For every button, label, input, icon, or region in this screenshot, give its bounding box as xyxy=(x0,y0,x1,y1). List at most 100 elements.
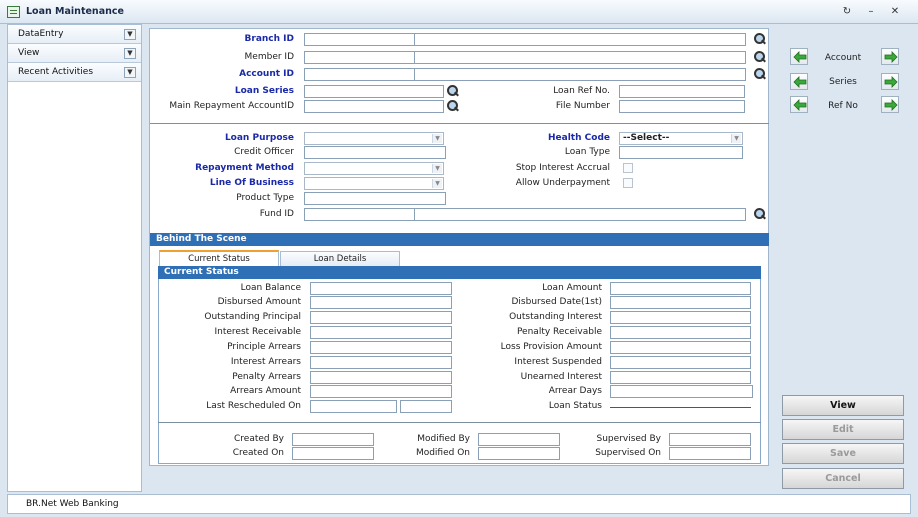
loan-amount-input[interactable] xyxy=(610,282,751,295)
minimize-icon[interactable]: – xyxy=(864,5,878,19)
tab-current-status[interactable]: Current Status xyxy=(159,250,279,266)
disbursed-date-input[interactable] xyxy=(610,296,751,309)
arrears-amount-input[interactable] xyxy=(310,385,452,398)
created-on-input[interactable] xyxy=(292,447,374,460)
interest-arrears-input[interactable] xyxy=(310,356,452,369)
supervised-by-input[interactable] xyxy=(669,433,751,446)
loan-purpose-select[interactable]: ▼ xyxy=(304,132,444,145)
loan-ref-input[interactable] xyxy=(619,85,745,98)
disbursed-amount-input[interactable] xyxy=(310,296,452,309)
loan-status-line xyxy=(610,407,751,408)
account-id-name-input[interactable] xyxy=(414,68,746,81)
member-id-name-input[interactable] xyxy=(414,51,746,64)
repayment-method-label: Repayment Method xyxy=(195,163,294,173)
view-button[interactable]: View xyxy=(782,395,904,416)
created-on-label: Created On xyxy=(232,448,284,458)
account-prev-button[interactable] xyxy=(790,48,808,65)
outstanding-principal-input[interactable] xyxy=(310,311,452,324)
main-repayment-input[interactable] xyxy=(304,100,444,113)
arrear-days-input[interactable] xyxy=(610,385,753,398)
health-code-label: Health Code xyxy=(548,133,610,143)
modified-by-label: Modified By xyxy=(417,434,470,444)
status-bar: BR.Net Web Banking xyxy=(7,494,911,514)
refno-next-button[interactable] xyxy=(881,96,899,113)
allow-underpayment-checkbox[interactable] xyxy=(623,178,633,188)
principle-arrears-label: Principle Arrears xyxy=(227,342,301,352)
product-type-input[interactable] xyxy=(304,192,446,205)
arrow-right-icon xyxy=(884,76,898,88)
penalty-receivable-input[interactable] xyxy=(610,326,751,339)
search-icon[interactable] xyxy=(446,99,459,112)
save-button[interactable]: Save xyxy=(782,443,904,464)
chevron-down-icon[interactable]: ▼ xyxy=(124,48,136,59)
loan-type-input[interactable] xyxy=(619,146,743,159)
interest-suspended-input[interactable] xyxy=(610,356,751,369)
last-rescheduled-date-input[interactable] xyxy=(310,400,397,413)
branch-id-code-input[interactable] xyxy=(304,33,415,46)
health-code-select[interactable]: --Select-- ▼ xyxy=(619,132,743,145)
fund-id-name-input[interactable] xyxy=(414,208,746,221)
created-by-input[interactable] xyxy=(292,433,374,446)
outstanding-principal-label: Outstanding Principal xyxy=(204,312,301,322)
status-text: BR.Net Web Banking xyxy=(26,499,119,509)
supervised-on-label: Supervised On xyxy=(595,448,661,458)
search-icon[interactable] xyxy=(446,84,459,97)
penalty-arrears-input[interactable] xyxy=(310,371,452,384)
series-next-button[interactable] xyxy=(881,73,899,90)
chevron-down-icon: ▼ xyxy=(432,179,442,188)
file-number-input[interactable] xyxy=(619,100,745,113)
sidebar-item-recent-activities[interactable]: Recent Activities ▼ xyxy=(8,63,141,82)
sidebar-item-view[interactable]: View ▼ xyxy=(8,44,141,63)
penalty-receivable-label: Penalty Receivable xyxy=(516,327,602,337)
modified-by-input[interactable] xyxy=(478,433,560,446)
arrow-right-icon xyxy=(884,51,898,63)
line-of-business-select[interactable]: ▼ xyxy=(304,177,444,190)
stop-interest-checkbox[interactable] xyxy=(623,163,633,173)
sidebar-item-label: View xyxy=(18,48,40,58)
edit-button[interactable]: Edit xyxy=(782,419,904,440)
close-icon[interactable]: ✕ xyxy=(888,5,902,19)
arrears-amount-label: Arrears Amount xyxy=(230,386,301,396)
member-id-code-input[interactable] xyxy=(304,51,415,64)
arrow-left-icon xyxy=(793,99,807,111)
allow-underpayment-label: Allow Underpayment xyxy=(515,178,610,188)
title-bar: Loan Maintenance ↻ – ✕ xyxy=(0,0,918,24)
series-prev-button[interactable] xyxy=(790,73,808,90)
search-icon[interactable] xyxy=(753,32,766,45)
outstanding-interest-label: Outstanding Interest xyxy=(509,312,602,322)
behind-the-scene-header: Behind The Scene xyxy=(150,233,769,246)
sidebar-item-dataentry[interactable]: DataEntry ▼ xyxy=(8,25,141,44)
chevron-down-icon[interactable]: ▼ xyxy=(124,67,136,78)
loan-purpose-label: Loan Purpose xyxy=(224,133,294,143)
credit-officer-input[interactable] xyxy=(304,146,446,159)
interest-receivable-input[interactable] xyxy=(310,326,452,339)
fund-id-code-input[interactable] xyxy=(304,208,415,221)
repayment-method-select[interactable]: ▼ xyxy=(304,162,444,175)
modified-on-input[interactable] xyxy=(478,447,560,460)
unearned-interest-input[interactable] xyxy=(610,371,751,384)
loan-status-label: Loan Status xyxy=(548,401,602,411)
search-icon[interactable] xyxy=(753,207,766,220)
principle-arrears-input[interactable] xyxy=(310,341,452,354)
chevron-down-icon: ▼ xyxy=(432,134,442,143)
cancel-button[interactable]: Cancel xyxy=(782,468,904,489)
refresh-icon[interactable]: ↻ xyxy=(840,5,854,19)
loan-balance-input[interactable] xyxy=(310,282,452,295)
last-rescheduled-extra-input[interactable] xyxy=(400,400,452,413)
outstanding-interest-input[interactable] xyxy=(610,311,751,324)
chevron-down-icon[interactable]: ▼ xyxy=(124,29,136,40)
line-of-business-label: Line Of Business xyxy=(209,178,294,188)
search-icon[interactable] xyxy=(753,50,766,63)
product-type-label: Product Type xyxy=(236,193,294,203)
refno-prev-button[interactable] xyxy=(790,96,808,113)
search-icon[interactable] xyxy=(753,67,766,80)
supervised-on-input[interactable] xyxy=(669,447,751,460)
arrow-right-icon xyxy=(884,99,898,111)
credit-officer-label: Credit Officer xyxy=(234,147,294,157)
account-id-code-input[interactable] xyxy=(304,68,415,81)
tab-loan-details[interactable]: Loan Details xyxy=(280,251,400,267)
account-next-button[interactable] xyxy=(881,48,899,65)
loan-series-input[interactable] xyxy=(304,85,444,98)
loss-provision-input[interactable] xyxy=(610,341,751,354)
branch-id-name-input[interactable] xyxy=(414,33,746,46)
